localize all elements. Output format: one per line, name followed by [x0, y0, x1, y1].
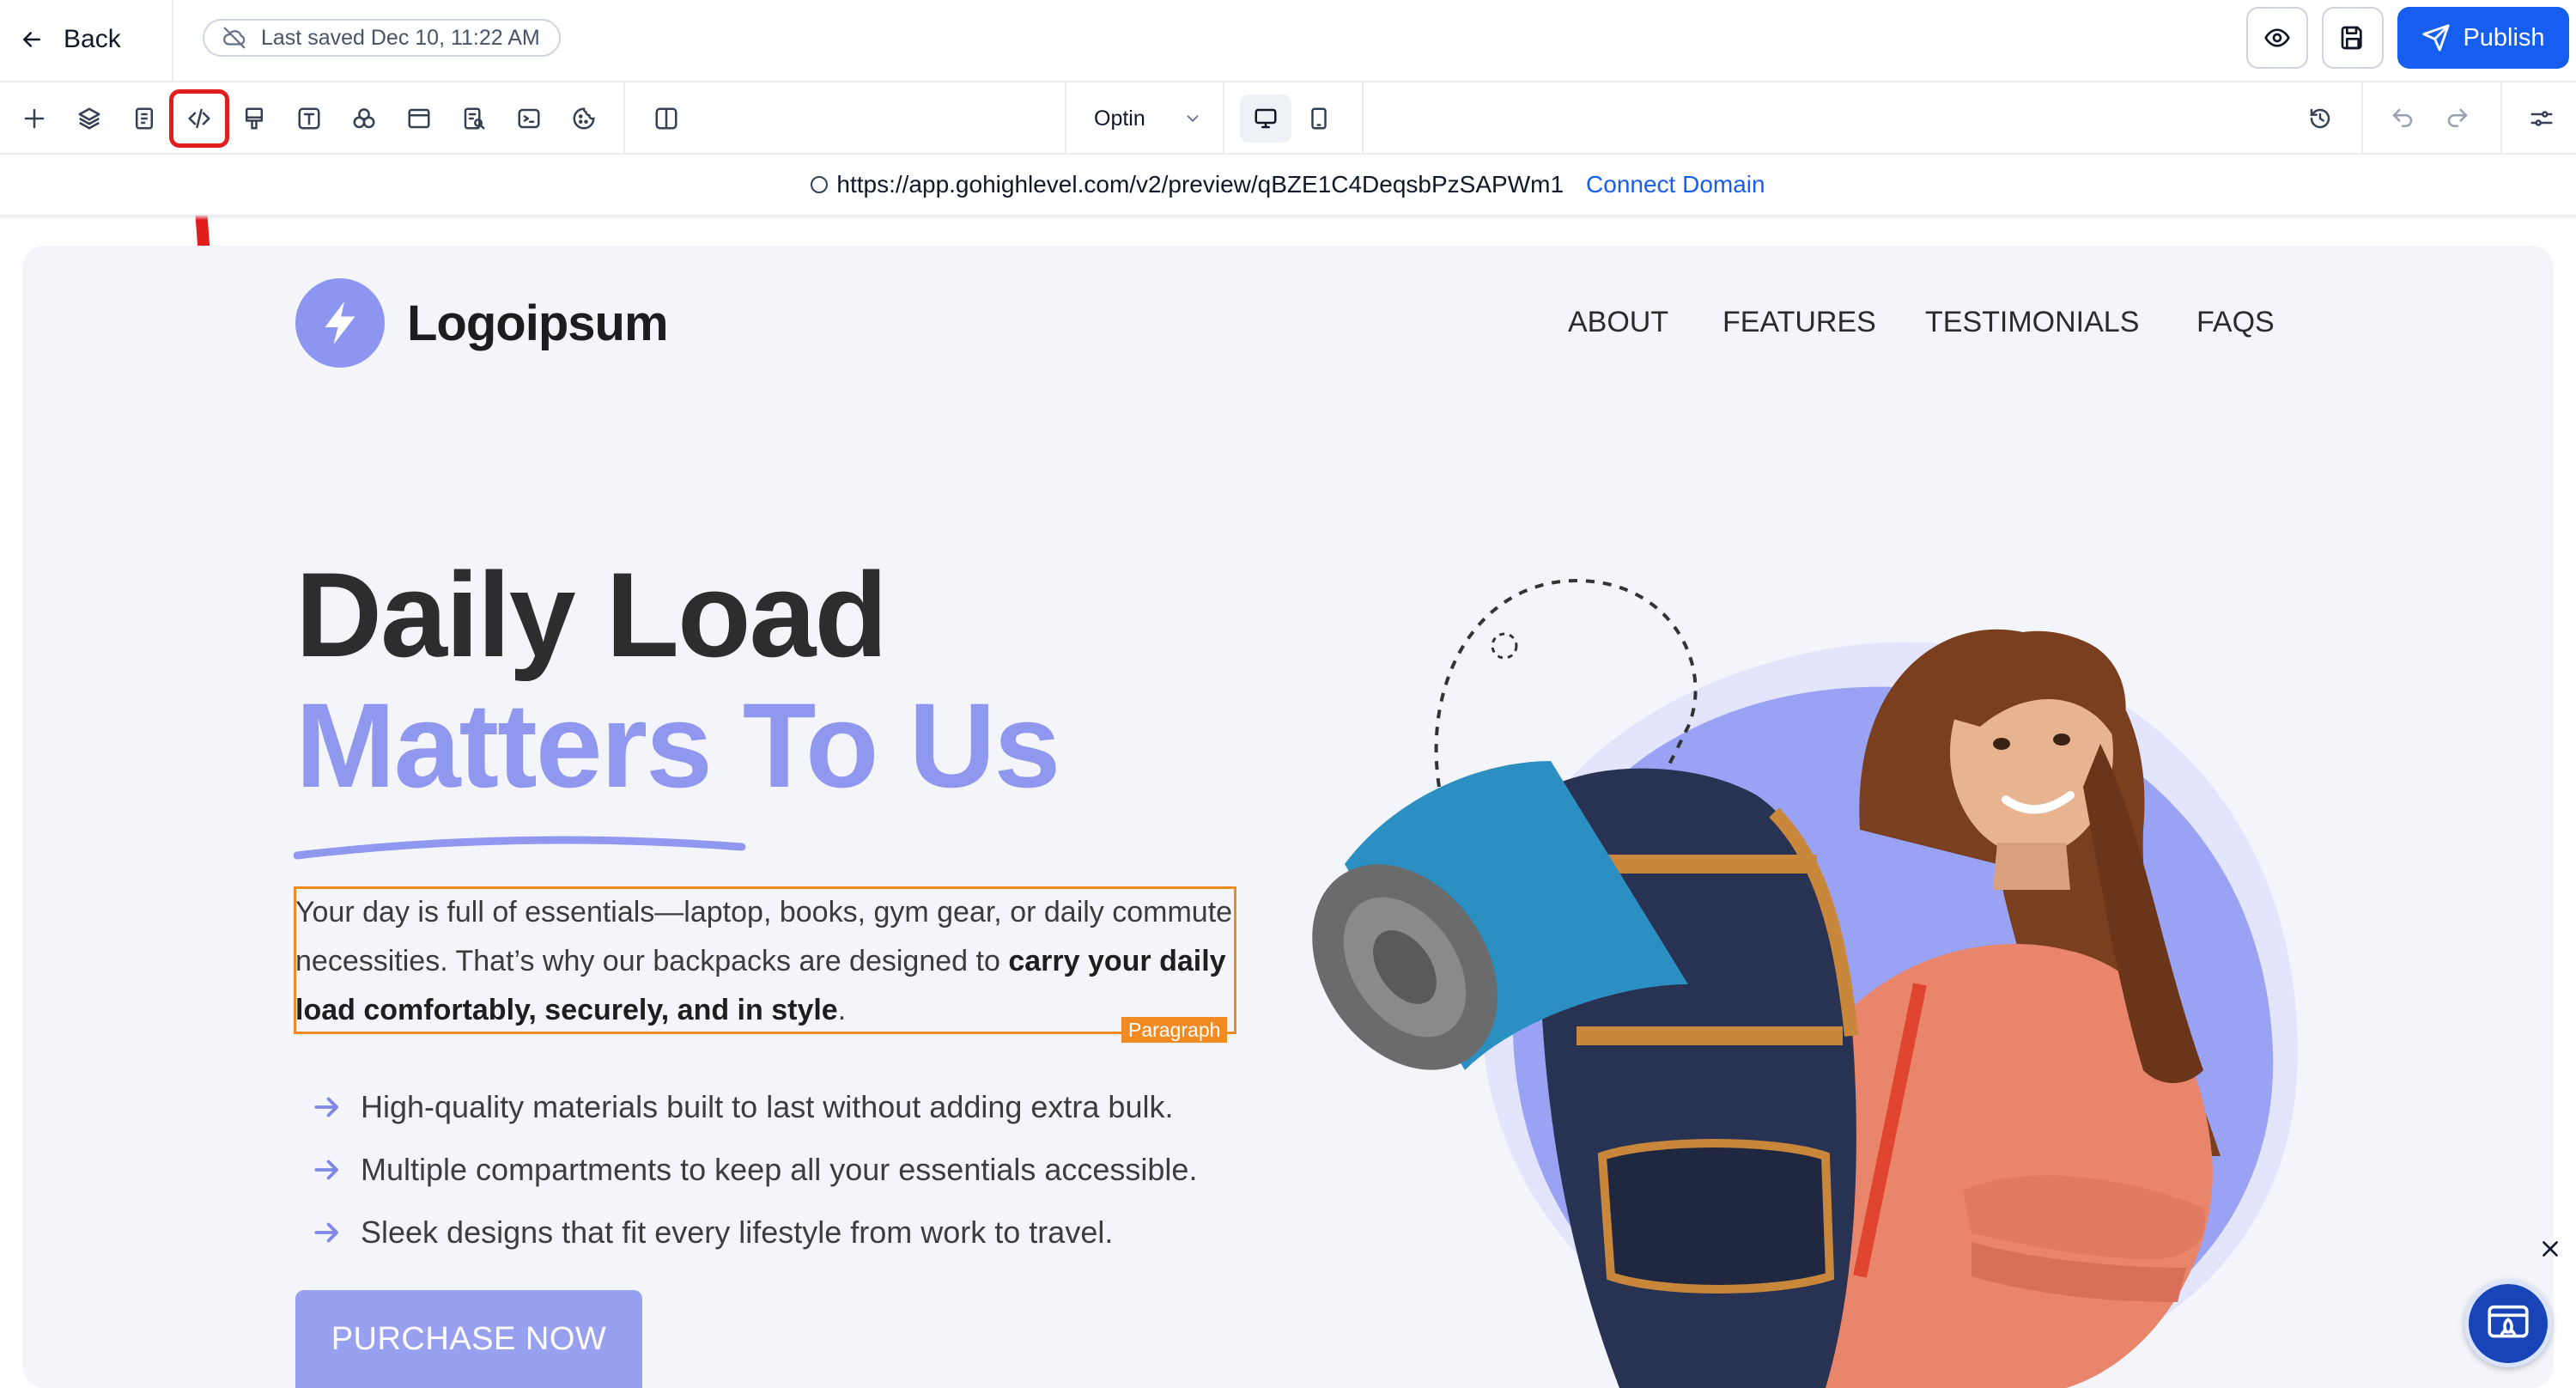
redo-button[interactable] — [2435, 96, 2480, 141]
divider — [1223, 82, 1224, 155]
settings-sliders-icon — [2530, 111, 2553, 126]
history-icon — [2310, 108, 2330, 129]
forms-button[interactable] — [452, 96, 496, 141]
terminal-icon — [518, 108, 540, 129]
cookie-consent-button[interactable] — [562, 96, 606, 141]
preview-button[interactable] — [2246, 7, 2308, 69]
divider — [623, 82, 625, 155]
editor-toolbar: Optin — [0, 82, 2576, 155]
divider — [1362, 82, 1364, 155]
rocket-window-icon — [2488, 1305, 2529, 1338]
arrow-left-icon — [23, 32, 40, 47]
desktop-view-button[interactable] — [1243, 96, 1288, 141]
cookie-icon — [573, 107, 595, 130]
layers-icon — [78, 107, 100, 130]
styles-button[interactable] — [232, 96, 276, 141]
history-button[interactable] — [2298, 96, 2342, 141]
typography-button[interactable] — [287, 96, 331, 141]
nav-item-features[interactable]: FEATURES — [1722, 306, 1876, 339]
mobile-icon — [1311, 107, 1327, 130]
save-button[interactable] — [2322, 7, 2384, 69]
list-item[interactable]: Multiple compartments to keep all your e… — [311, 1138, 1197, 1201]
split-view-icon — [655, 107, 677, 130]
layers-button[interactable] — [67, 96, 112, 141]
divider — [172, 0, 173, 82]
nav-item-about[interactable]: ABOUT — [1568, 306, 1668, 339]
form-icon — [464, 107, 485, 130]
arrow-right-icon — [314, 1097, 338, 1117]
hero-paragraph[interactable]: Your day is full of essentials—laptop, b… — [295, 888, 1240, 1035]
hero-image[interactable] — [1293, 503, 2375, 1388]
annotation-highlight-box — [169, 89, 229, 148]
undo-icon — [2392, 108, 2413, 127]
publish-button[interactable]: Publish — [2397, 7, 2569, 69]
list-item[interactable]: Sleek designs that fit every lifestyle f… — [311, 1201, 1197, 1263]
back-button[interactable]: Back — [19, 17, 121, 62]
section-icon — [408, 108, 430, 129]
desktop-icon — [1255, 108, 1277, 129]
sections-button[interactable] — [397, 96, 441, 141]
editor-topbar: Back Last saved Dec 10, 11:22 AM Publish — [0, 0, 2576, 82]
arrow-right-icon — [314, 1222, 338, 1242]
connect-domain-link[interactable]: Connect Domain — [1586, 171, 1765, 198]
divider — [0, 215, 2576, 220]
divider — [1065, 82, 1066, 155]
purchase-now-button[interactable]: PURCHASE NOW — [295, 1290, 642, 1388]
list-item-text: Multiple compartments to keep all your e… — [361, 1151, 1198, 1187]
hero-heading-line1[interactable]: Daily Load — [295, 555, 888, 675]
launchpad-widget-button[interactable] — [2464, 1280, 2552, 1367]
split-view-button[interactable] — [644, 96, 689, 141]
list-item-text: High-quality materials built to last wit… — [361, 1088, 1174, 1124]
element-type-tag: Paragraph — [1121, 1017, 1228, 1043]
add-icon — [24, 108, 45, 129]
page-canvas[interactable]: Logoipsum ABOUT FEATURES TESTIMONIALS FA… — [22, 246, 2554, 1388]
elements-button[interactable] — [342, 96, 386, 141]
send-icon — [2422, 24, 2451, 52]
text-icon — [298, 107, 320, 130]
eye-icon — [2264, 28, 2290, 47]
divider — [2500, 82, 2502, 155]
close-widget-button[interactable] — [2533, 1232, 2567, 1266]
hero-heading-line2[interactable]: Matters To Us — [295, 685, 1060, 806]
paragraph-end: . — [837, 994, 847, 1026]
page-select[interactable]: Optin — [1073, 96, 1211, 141]
publish-label: Publish — [2463, 23, 2545, 52]
chevron-down-icon — [1187, 115, 1199, 123]
list-item[interactable]: High-quality materials built to last wit… — [311, 1075, 1197, 1138]
elements-icon — [353, 108, 375, 129]
cloud-off-icon — [223, 27, 246, 49]
site-logo[interactable]: Logoipsum — [295, 278, 669, 368]
preview-url-bar: https://app.gohighlevel.com/v2/preview/q… — [0, 155, 2576, 215]
status-circle-icon — [811, 176, 829, 193]
tracking-code-button[interactable] — [507, 96, 551, 141]
pages-button[interactable] — [122, 96, 167, 141]
preview-url[interactable]: https://app.gohighlevel.com/v2/preview/q… — [836, 171, 1564, 198]
close-icon — [2543, 1241, 2558, 1257]
logo-text: Logoipsum — [407, 295, 669, 351]
lightning-logo-icon — [295, 278, 385, 368]
save-status-badge: Last saved Dec 10, 11:22 AM — [203, 19, 561, 57]
save-status-text: Last saved Dec 10, 11:22 AM — [261, 25, 540, 50]
back-label: Back — [64, 25, 121, 53]
mobile-view-button[interactable] — [1297, 96, 1341, 141]
undo-button[interactable] — [2380, 96, 2425, 141]
redo-icon — [2447, 108, 2468, 127]
save-icon — [2341, 26, 2362, 50]
brush-icon — [246, 107, 263, 130]
nav-item-testimonials[interactable]: TESTIMONIALS — [1925, 306, 2139, 339]
underline-swash — [294, 836, 746, 860]
list-item-text: Sleek designs that fit every lifestyle f… — [361, 1214, 1114, 1250]
page-select-value: Optin — [1094, 106, 1145, 131]
feature-list: High-quality materials built to last wit… — [311, 1075, 1197, 1263]
arrow-right-icon — [314, 1160, 338, 1179]
settings-button[interactable] — [2519, 96, 2564, 141]
nav-item-faqs[interactable]: FAQS — [2196, 306, 2275, 339]
add-element-button[interactable] — [12, 96, 57, 141]
divider — [2361, 82, 2363, 155]
pages-icon — [136, 107, 153, 130]
